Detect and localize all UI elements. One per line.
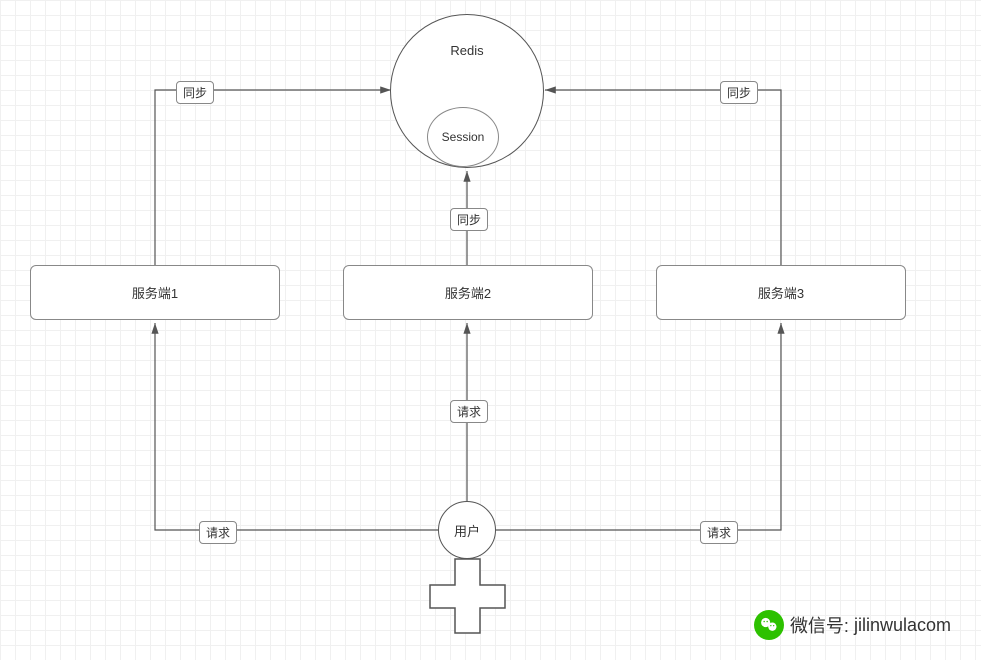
wechat-icon [754, 610, 784, 640]
edge-sync3 [545, 90, 781, 265]
session-label: Session [442, 130, 485, 144]
edge-req1 [155, 323, 440, 530]
user-label: 用户 [454, 521, 480, 540]
watermark-prefix: 微信号: [790, 612, 849, 638]
server1-node: 服务端1 [30, 265, 280, 320]
user-cross-icon [430, 559, 505, 633]
server2-label: 服务端2 [445, 283, 491, 302]
redis-node: Redis Session [390, 14, 544, 168]
edge-sync1 [155, 90, 391, 265]
watermark: 微信号: jilinwulacom [754, 610, 951, 640]
edge-label-req2: 请求 [450, 400, 488, 423]
session-node: Session [427, 107, 499, 167]
server3-node: 服务端3 [656, 265, 906, 320]
edge-label-req1: 请求 [199, 521, 237, 544]
user-node: 用户 [438, 501, 496, 559]
edge-label-sync2: 同步 [450, 208, 488, 231]
edge-label-req3: 请求 [700, 521, 738, 544]
server1-label: 服务端1 [132, 283, 178, 302]
server3-label: 服务端3 [758, 283, 804, 302]
edge-label-sync1: 同步 [176, 81, 214, 104]
redis-label: Redis [450, 43, 483, 58]
edge-req3 [494, 323, 781, 530]
edge-label-sync3: 同步 [720, 81, 758, 104]
watermark-value: jilinwulacom [854, 615, 951, 636]
server2-node: 服务端2 [343, 265, 593, 320]
